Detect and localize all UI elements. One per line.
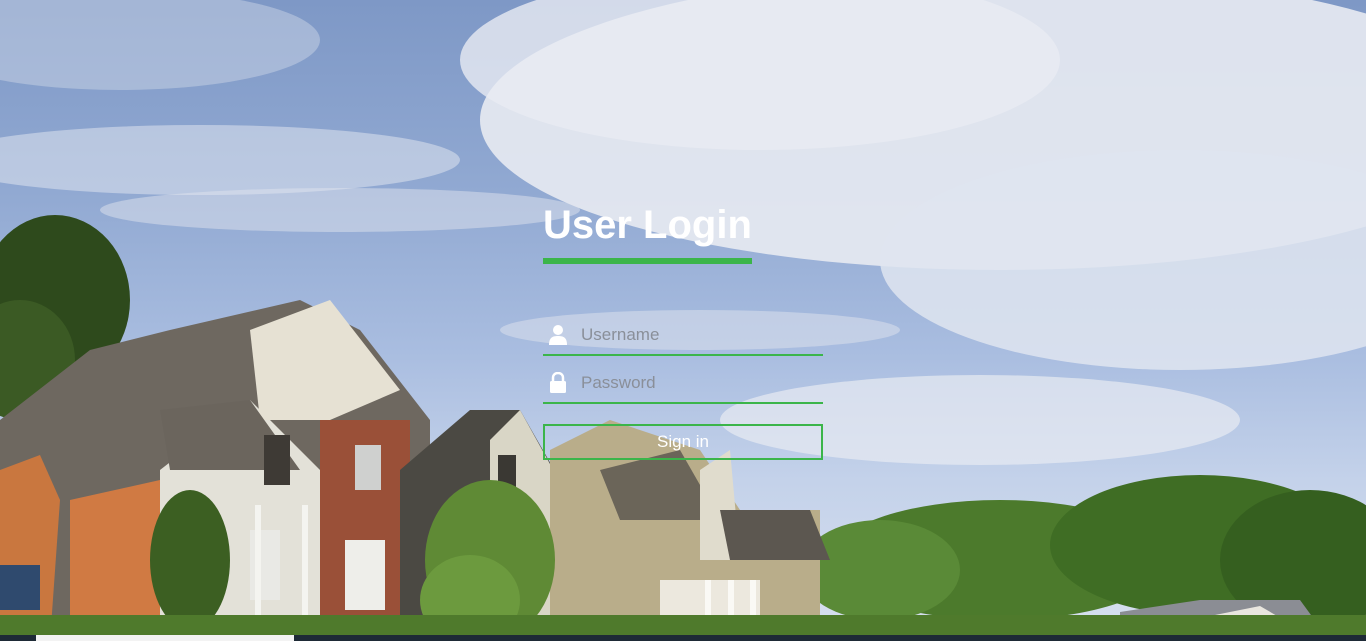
password-field	[543, 364, 823, 404]
title-underline	[543, 258, 752, 264]
page-title: User Login	[543, 203, 752, 247]
login-form: User Login Sign in	[543, 200, 823, 460]
sign-in-button[interactable]: Sign in	[543, 424, 823, 460]
bottom-strip	[0, 635, 1366, 641]
password-input[interactable]	[581, 368, 823, 398]
lock-icon	[546, 371, 570, 395]
login-page: User Login Sign in	[0, 0, 1366, 641]
username-field	[543, 316, 823, 356]
user-icon	[546, 323, 570, 347]
username-input[interactable]	[581, 320, 823, 350]
bottom-strip-segment	[36, 635, 294, 641]
